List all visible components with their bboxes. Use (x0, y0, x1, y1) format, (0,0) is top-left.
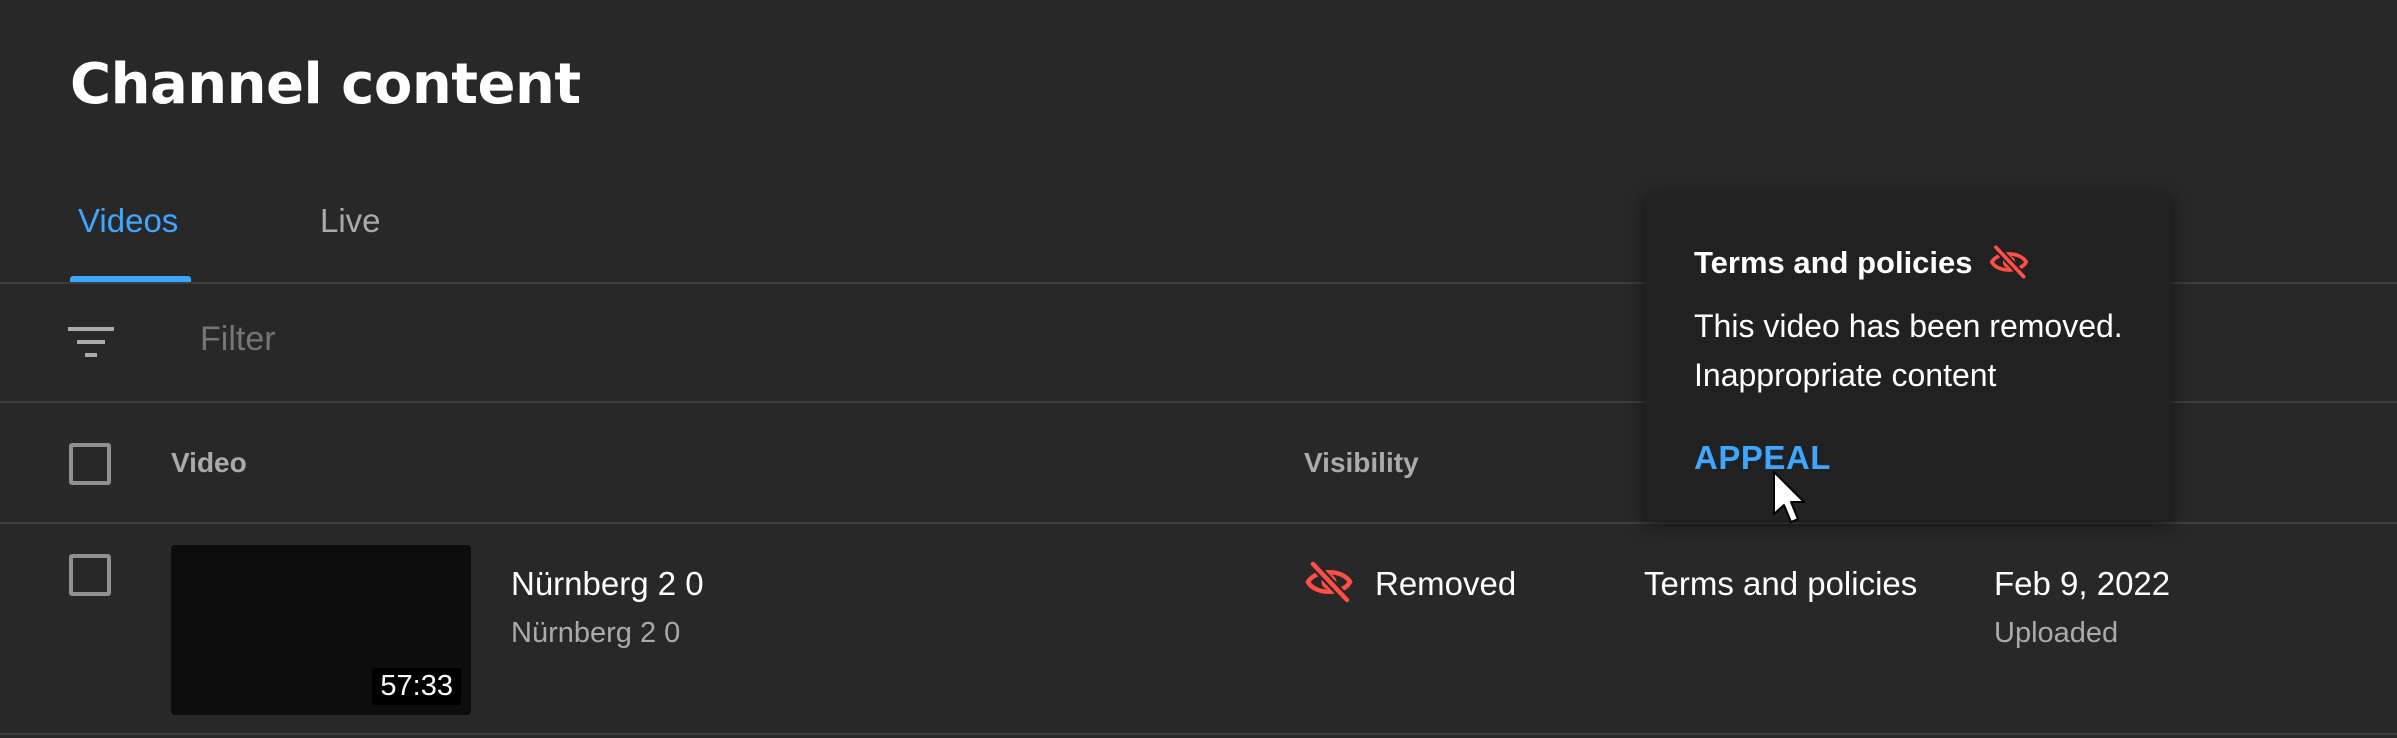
popup-title: Terms and policies (1694, 245, 1973, 280)
restriction-popup: Terms and policies This video has been r… (1645, 193, 2171, 521)
column-header-video[interactable]: Video (171, 447, 247, 479)
header-divider (0, 522, 2397, 524)
appeal-button[interactable]: APPEAL (1694, 439, 1831, 477)
filter-icon[interactable] (68, 323, 114, 361)
select-all-checkbox[interactable] (69, 443, 111, 485)
row-divider (0, 733, 2397, 735)
filter-input[interactable] (200, 320, 1000, 359)
visibility-off-icon (1989, 244, 2029, 280)
column-header-visibility[interactable]: Visibility (1304, 447, 1419, 479)
page-title: Channel content (70, 52, 581, 117)
video-thumbnail[interactable]: 57:33 (171, 545, 471, 715)
video-duration: 57:33 (372, 668, 461, 705)
tab-videos[interactable]: Videos (78, 202, 178, 240)
upload-date: Feb 9, 2022 (1994, 565, 2171, 602)
video-title[interactable]: Nürnberg 2 0 (511, 565, 704, 603)
tab-live[interactable]: Live (320, 202, 381, 240)
visibility-off-icon (1305, 560, 1353, 604)
upload-date-label: Uploaded (1994, 617, 2119, 649)
popup-reason: Inappropriate content (1694, 357, 1997, 393)
content-tabs: Videos Live (70, 190, 570, 282)
channel-content-page: Channel content Videos Live Video Visibi… (0, 0, 2397, 738)
popup-message: This video has been removed. (1694, 308, 2123, 344)
restrictions-label[interactable]: Terms and policies (1644, 565, 1917, 603)
mouse-cursor-icon (1773, 471, 1805, 523)
visibility-status: Removed (1375, 565, 1517, 602)
video-description: Nürnberg 2 0 (511, 617, 681, 649)
row-checkbox[interactable] (69, 554, 111, 596)
